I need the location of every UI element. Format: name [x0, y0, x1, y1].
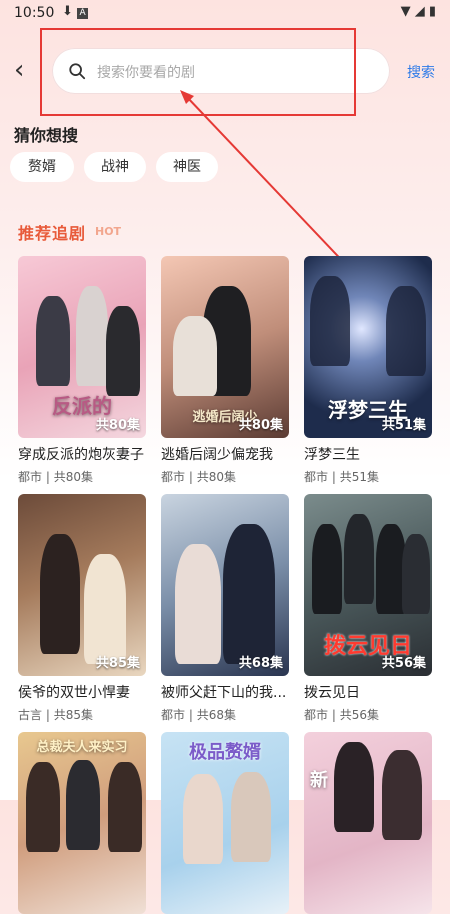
episode-count-badge: 共56集 — [381, 656, 426, 671]
battery-icon: ▮ — [428, 4, 436, 19]
drama-episodes: 共80集 — [53, 470, 93, 484]
drama-meta: 都市 | 共80集 — [161, 468, 289, 485]
drama-card[interactable]: 总裁夫人来实习 — [18, 732, 146, 914]
drama-title: 穿成反派的炮灰妻子 — [18, 447, 144, 463]
drama-meta: 古言 | 共85集 — [18, 706, 146, 723]
back-chevron-icon[interactable]: ‹ — [14, 57, 38, 83]
episode-count-badge: 共80集 — [95, 418, 140, 433]
hot-search-chip[interactable]: 赘婿 — [10, 152, 74, 182]
drama-card[interactable]: 拨云见日 共56集 拨云见日 都市 | 共56集 — [304, 494, 432, 723]
annotation-highlight-box — [40, 28, 356, 116]
drama-poster[interactable]: 共85集 — [18, 494, 146, 676]
signal-icon: ◢ — [414, 4, 425, 19]
meta-separator: | — [45, 708, 50, 722]
drama-episodes: 共68集 — [196, 708, 236, 722]
drama-genre: 都市 — [304, 470, 329, 484]
drama-poster[interactable]: 拨云见日 共56集 — [304, 494, 432, 676]
poster-title-art: 极品赘婿 — [189, 742, 261, 763]
drama-card[interactable]: 共68集 被师父赶下山的我... 都市 | 共68集 — [161, 494, 289, 723]
drama-poster[interactable]: 反派的 共80集 — [18, 256, 146, 438]
drama-poster[interactable]: 浮梦三生 共51集 — [304, 256, 432, 438]
drama-title: 侯爷的双世小悍妻 — [18, 685, 130, 701]
drama-episodes: 共80集 — [196, 470, 236, 484]
episode-count-badge: 共68集 — [238, 656, 283, 671]
drama-genre: 都市 — [161, 708, 186, 722]
meta-separator: | — [188, 708, 193, 722]
recommend-section-title: 推荐追剧 — [18, 224, 87, 243]
drama-episodes: 共51集 — [339, 470, 379, 484]
drama-episodes: 共85集 — [53, 708, 93, 722]
wifi-icon: ▼ — [400, 4, 411, 19]
episode-count-badge: 共85集 — [95, 656, 140, 671]
drama-title: 浮梦三生 — [304, 447, 360, 463]
search-button[interactable]: 搜索 — [407, 62, 435, 82]
drama-card[interactable]: 极品赘婿 — [161, 732, 289, 914]
drama-episodes: 共56集 — [339, 708, 379, 722]
drama-genre: 都市 — [161, 470, 186, 484]
status-icons: ▼ ◢ ▮ — [401, 4, 436, 19]
drama-title: 被师父赶下山的我... — [161, 685, 287, 701]
drama-genre: 古言 — [18, 708, 43, 722]
episode-count-badge: 共80集 — [238, 418, 283, 433]
drama-genre: 都市 — [304, 708, 329, 722]
meta-separator: | — [45, 470, 50, 484]
drama-card[interactable]: 反派的 共80集 穿成反派的炮灰妻子 都市 | 共80集 — [18, 256, 146, 485]
drama-poster[interactable]: 总裁夫人来实习 — [18, 732, 146, 914]
drama-poster[interactable]: 新 — [304, 732, 432, 914]
hot-label: HOT — [95, 225, 122, 238]
hot-search-chip[interactable]: 战神 — [84, 152, 146, 182]
drama-poster[interactable]: 共68集 — [161, 494, 289, 676]
drama-poster[interactable]: 极品赘婿 — [161, 732, 289, 914]
drama-card[interactable]: 逃婚后阔少 共80集 逃婚后阔少偏宠我 都市 | 共80集 — [161, 256, 289, 485]
drama-poster[interactable]: 逃婚后阔少 共80集 — [161, 256, 289, 438]
meta-separator: | — [331, 470, 336, 484]
guess-section-title: 猜你想搜 — [14, 126, 79, 145]
episode-count-badge: 共51集 — [381, 418, 426, 433]
drama-card[interactable]: 浮梦三生 共51集 浮梦三生 都市 | 共51集 — [304, 256, 432, 485]
meta-separator: | — [188, 470, 193, 484]
drama-genre: 都市 — [18, 470, 43, 484]
drama-title: 逃婚后阔少偏宠我 — [161, 447, 273, 463]
drama-card[interactable]: 新 — [304, 732, 432, 914]
notification-a-icon: A — [77, 8, 89, 19]
drama-title: 拨云见日 — [304, 685, 360, 701]
drama-card[interactable]: 共85集 侯爷的双世小悍妻 古言 | 共85集 — [18, 494, 146, 723]
hot-search-chip[interactable]: 神医 — [156, 152, 218, 182]
download-icon: ⬇ A — [62, 4, 89, 19]
meta-separator: | — [331, 708, 336, 722]
drama-meta: 都市 | 共80集 — [18, 468, 146, 485]
drama-meta: 都市 | 共56集 — [304, 706, 432, 723]
poster-title-art: 总裁夫人来实习 — [36, 740, 128, 755]
drama-meta: 都市 | 共68集 — [161, 706, 289, 723]
poster-title-art: 新 — [310, 770, 328, 791]
drama-meta: 都市 | 共51集 — [304, 468, 432, 485]
status-time: 10:50 — [14, 5, 55, 21]
